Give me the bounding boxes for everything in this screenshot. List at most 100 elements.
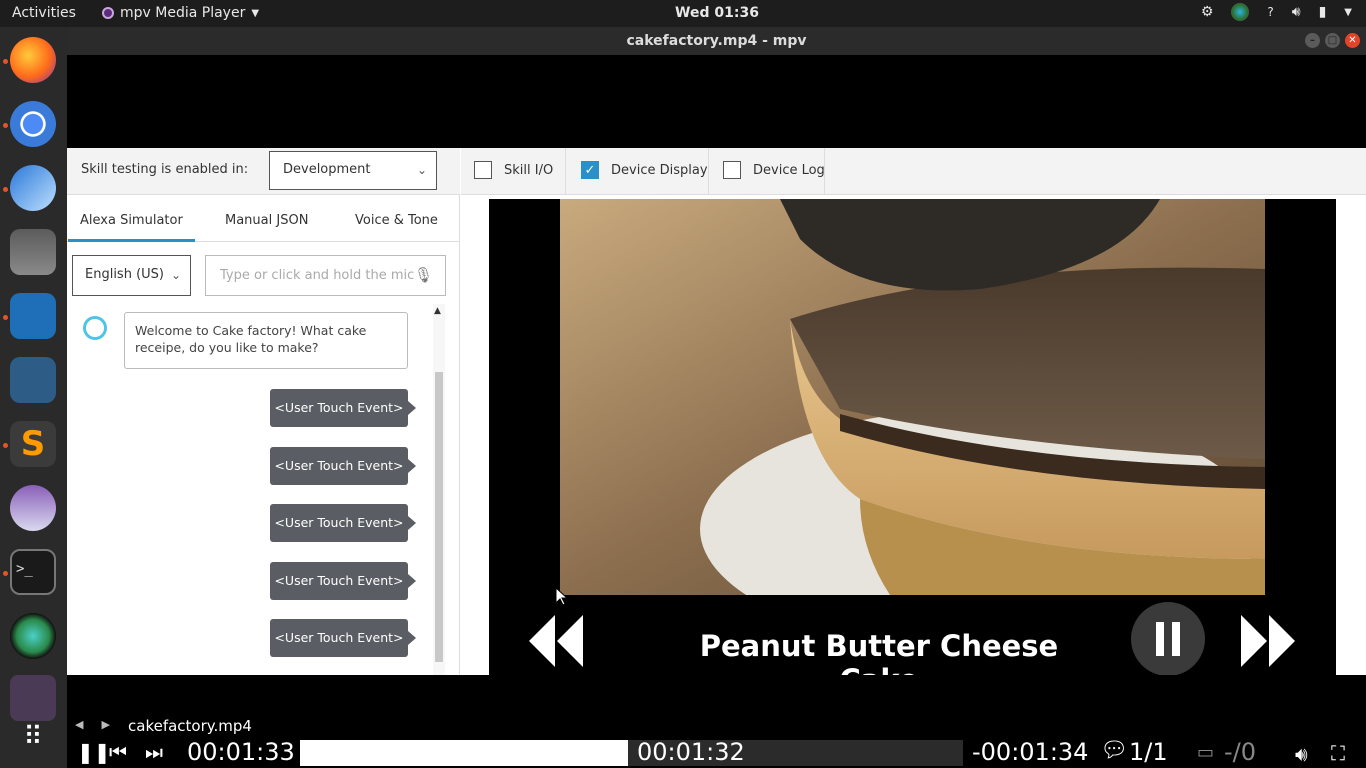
thunderbird-icon[interactable] [10,165,56,211]
tab-voice-tone[interactable]: Voice & Tone [355,213,438,228]
alexa-simulator: Skill testing is enabled in: Development… [67,148,1366,675]
play-pause-button[interactable]: ❚❚ [77,740,111,764]
checkbox-label: Skill I/O [504,162,554,178]
running-indicator [3,123,8,128]
display-caption: Peanut Butter Cheese Cake [699,629,1059,675]
device-display-checkbox[interactable]: ✓ Device Display [581,161,708,179]
alexa-message: Welcome to Cake factory! What cake recei… [124,312,408,369]
scrollbar-thumb[interactable] [435,372,443,662]
running-indicator [3,315,8,320]
running-indicator [3,443,8,448]
device-log-checkbox[interactable]: Device Log [723,161,825,179]
tab-alexa-simulator[interactable]: Alexa Simulator [68,213,195,242]
display-options-bar: Skill I/O ✓ Device Display Device Log [461,148,1366,195]
elapsed-time[interactable]: 00:01:33 [187,738,295,766]
stage-select-value: Development [283,162,371,177]
scroll-up-icon[interactable]: ▲ [434,306,441,316]
top-bar: Activities mpv Media Player ▼ Wed 01:36 … [0,0,1366,27]
show-apps-icon[interactable]: ⠿ [10,715,56,761]
cake-photo [560,199,1265,595]
window-titlebar[interactable]: cakefactory.mp4 - mpv – □ ✕ [67,27,1366,55]
skill-testing-label: Skill testing is enabled in: [81,162,249,177]
maximize-button[interactable]: □ [1325,33,1340,48]
divider [824,148,825,195]
seekbar[interactable]: 00:01:32 [300,738,963,766]
skip-back-button[interactable]: ⏮ [109,740,127,764]
rewind-icon[interactable] [527,611,585,675]
pidgin-icon[interactable] [10,485,56,531]
audio-track[interactable]: -/0 [1224,738,1256,766]
subtitle-icon[interactable]: 💬︎ [1100,738,1128,763]
checkbox-box[interactable] [723,161,741,179]
checkbox-box[interactable] [474,161,492,179]
mouse-cursor-icon [555,586,569,610]
simulator-left-panel: Skill testing is enabled in: Development… [67,148,460,675]
files-icon[interactable] [10,229,56,275]
chat-log[interactable]: Welcome to Cake factory! What cake recei… [67,304,445,675]
fast-forward-icon[interactable] [1239,611,1297,675]
utterance-input[interactable]: Type or click and hold the mic 🎙︎ [205,255,446,296]
running-indicator [3,571,8,576]
seek-time: 00:01:32 [637,738,745,766]
mysql-workbench-icon[interactable] [10,357,56,403]
device-display[interactable]: Peanut Butter Cheese Cake [489,199,1336,675]
checkmark-icon[interactable]: ✓ [581,161,599,179]
video-frame[interactable]: Skill testing is enabled in: Development… [67,55,1366,675]
chromium-icon[interactable] [10,101,56,147]
pause-icon [1172,622,1180,656]
system-tray[interactable]: ⚙ ? 🔊︎ ▮ ▼ [1201,3,1352,21]
playlist-nav[interactable]: ◀▶ [75,718,128,731]
tab-manual-json[interactable]: Manual JSON [225,213,308,228]
window-title: cakefactory.mp4 - mpv [626,33,807,49]
sublime-text-icon[interactable]: S [10,421,56,467]
volume-icon[interactable]: 🔊︎ [1295,742,1308,766]
audio-track-icon[interactable]: ▭ [1197,742,1214,763]
chat-scrollbar[interactable]: ▲ [433,304,445,675]
firefox-icon[interactable] [10,37,56,83]
dock: S >_ ⠿ [0,27,67,768]
simulator-tabs: Alexa Simulator Manual JSON Voice & Tone [67,195,460,242]
vscode-icon[interactable] [10,293,56,339]
skill-testing-row: Skill testing is enabled in: Development… [67,148,460,195]
divider [565,148,566,195]
terminal-icon[interactable]: >_ [10,549,56,595]
media-filename: cakefactory.mp4 [128,717,252,735]
checkbox-label: Device Display [611,162,708,178]
locale-select-value: English (US) [85,267,164,282]
fullscreen-icon[interactable]: ⛶ [1331,741,1345,765]
minimize-button[interactable]: – [1305,33,1320,48]
user-message: <User Touch Event> [270,619,416,657]
camera-icon[interactable] [10,613,56,659]
chevron-down-icon: ⌄ [170,268,181,282]
running-indicator [3,59,8,64]
remaining-time[interactable]: -00:01:34 [972,738,1088,766]
alexa-ring-icon [83,316,107,340]
user-message: <User Touch Event> [270,504,416,542]
battery-icon[interactable]: ▮ [1319,4,1327,20]
user-message: <User Touch Event> [270,562,416,600]
running-indicator [3,187,8,192]
microphone-icon[interactable]: 🎙︎ [414,266,433,284]
chevron-down-icon[interactable]: ▼ [1344,7,1352,18]
skip-forward-button[interactable]: ⏭ [145,740,163,764]
pause-icon [1156,622,1164,656]
pause-button[interactable] [1131,602,1205,675]
skill-io-checkbox[interactable]: Skill I/O [474,161,553,179]
user-message: <User Touch Event> [270,447,416,485]
help-icon[interactable]: ? [1267,5,1273,19]
globe-icon[interactable] [1231,3,1250,21]
mpv-controls: ◀▶ cakefactory.mp4 ❚❚ ⏮ ⏭ 00:01:33 00:01… [67,675,1366,768]
checkbox-label: Device Log [753,162,825,178]
gear-icon[interactable]: ⚙ [1201,4,1214,20]
volume-icon[interactable]: 🔊︎ [1292,4,1301,20]
utterance-placeholder: Type or click and hold the mic [220,268,415,283]
chevron-down-icon: ⌄ [416,163,427,177]
utterance-row: English (US) ⌄ Type or click and hold th… [67,248,460,296]
divider [708,148,709,195]
stage-select[interactable]: Development ⌄ [269,151,437,190]
seekbar-fill [300,740,629,766]
subtitle-track[interactable]: 1/1 [1129,738,1168,766]
locale-select[interactable]: English (US) ⌄ [72,255,191,296]
close-button[interactable]: ✕ [1345,33,1360,48]
clock[interactable]: Wed 01:36 [0,5,1366,21]
